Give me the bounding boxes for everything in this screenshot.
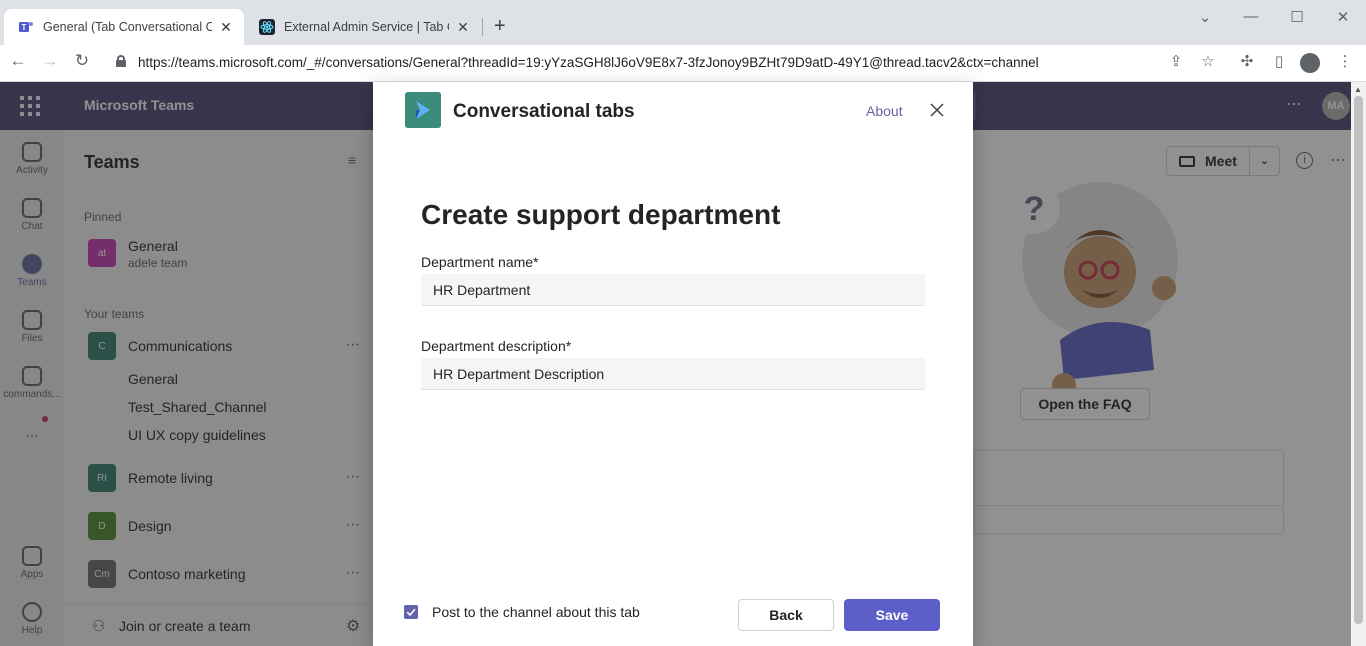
svg-text:T: T: [22, 23, 27, 32]
post-to-channel-checkbox[interactable]: [404, 605, 418, 619]
department-description-label: Department description*: [421, 338, 572, 354]
conversational-tabs-app-icon: [405, 92, 441, 128]
department-name-label: Department name*: [421, 254, 539, 270]
close-window-icon[interactable]: ✕: [1320, 8, 1366, 26]
save-button[interactable]: Save: [844, 599, 940, 631]
back-button[interactable]: Back: [738, 599, 834, 631]
browser-tab-title: External Admin Service | Tab Con: [284, 20, 449, 34]
minimize-icon[interactable]: —: [1228, 8, 1274, 25]
tab-search-chevron-icon[interactable]: ⌄: [1182, 8, 1228, 26]
close-tab-icon[interactable]: ✕: [455, 19, 471, 36]
tab-divider: [482, 18, 483, 36]
teams-logo-icon: T: [19, 22, 33, 32]
bookmark-star-icon[interactable]: ☆: [1197, 52, 1219, 70]
form-title: Create support department: [421, 199, 781, 230]
address-bar[interactable]: https://teams.microsoft.com/_#/conversat…: [138, 55, 1039, 70]
scrollbar-thumb[interactable]: [1354, 96, 1363, 624]
react-logo-icon: [259, 19, 275, 35]
browser-tab-title: General (Tab Conversational Char: [43, 20, 212, 34]
department-description-input[interactable]: [421, 358, 925, 390]
dialog-app-name: Conversational tabs: [453, 101, 635, 122]
close-tab-icon[interactable]: ✕: [218, 19, 234, 36]
reload-icon[interactable]: ↻: [70, 51, 94, 71]
browser-toolbar: ← → ↻ https://teams.microsoft.com/_#/con…: [0, 45, 1366, 82]
new-tab-icon[interactable]: +: [494, 15, 506, 38]
department-name-input[interactable]: [421, 274, 925, 306]
maximize-icon[interactable]: ☐: [1274, 8, 1320, 26]
page-scrollbar[interactable]: ▲: [1351, 82, 1366, 646]
scroll-up-arrow-icon[interactable]: ▲: [1354, 85, 1362, 94]
create-department-dialog: Conversational tabs About Create support…: [373, 82, 973, 646]
forward-arrow-icon[interactable]: →: [38, 51, 62, 71]
browser-tab-admin[interactable]: External Admin Service | Tab Con ✕: [245, 9, 481, 45]
browser-menu-icon[interactable]: ⋮: [1334, 52, 1356, 70]
about-link[interactable]: About: [866, 103, 903, 119]
post-to-channel-label[interactable]: Post to the channel about this tab: [432, 604, 640, 620]
back-arrow-icon[interactable]: ←: [6, 51, 30, 71]
share-icon[interactable]: ⇪: [1165, 52, 1187, 70]
profile-avatar-icon[interactable]: [1300, 53, 1320, 73]
close-icon[interactable]: [928, 101, 946, 119]
browser-tab-teams[interactable]: T General (Tab Conversational Char ✕: [4, 9, 244, 45]
lock-icon[interactable]: [116, 55, 126, 67]
browser-tab-strip: T General (Tab Conversational Char ✕ Ext…: [0, 0, 1366, 45]
extensions-puzzle-icon[interactable]: ✣: [1236, 52, 1258, 70]
side-panel-icon[interactable]: ▯: [1268, 52, 1290, 70]
